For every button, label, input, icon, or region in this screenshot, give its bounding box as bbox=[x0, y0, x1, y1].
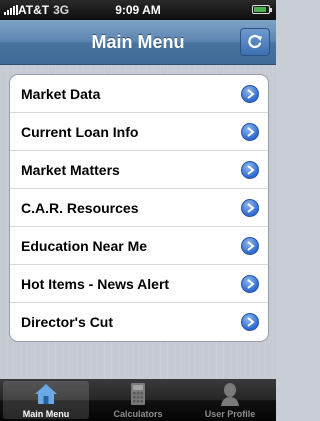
page-title: Main Menu bbox=[91, 32, 185, 52]
tab-label: User Profile bbox=[204, 409, 256, 419]
tab-label: Calculators bbox=[113, 409, 163, 419]
menu-item-label: C.A.R. Resources bbox=[21, 200, 139, 216]
status-bar: AT&T 3G 9:09 AM bbox=[0, 0, 276, 20]
disclosure-button-icon[interactable] bbox=[241, 85, 259, 103]
user-profile-icon bbox=[221, 383, 239, 406]
refresh-icon bbox=[248, 34, 262, 49]
menu-item-label: Hot Items - News Alert bbox=[21, 276, 170, 292]
menu-item-current-loan-info[interactable]: Current Loan Info bbox=[10, 113, 268, 151]
tab-main-menu[interactable]: Main Menu bbox=[0, 379, 92, 421]
disclosure-button-icon[interactable] bbox=[241, 313, 259, 331]
tab-bar: Main Menu Calculators User Profile bbox=[0, 379, 276, 421]
main-menu-list: Market Data Current Loan Info Market Mat… bbox=[9, 74, 269, 342]
menu-item-label: Director's Cut bbox=[21, 314, 114, 330]
battery-icon bbox=[252, 5, 272, 14]
home-icon bbox=[35, 384, 57, 404]
menu-item-label: Current Loan Info bbox=[21, 124, 139, 140]
tab-user-profile[interactable]: User Profile bbox=[184, 379, 276, 421]
menu-item-label: Education Near Me bbox=[21, 238, 148, 254]
menu-item-label: Market Data bbox=[21, 86, 101, 102]
menu-item-hot-items-news-alert[interactable]: Hot Items - News Alert bbox=[10, 265, 268, 303]
menu-item-directors-cut[interactable]: Director's Cut bbox=[10, 303, 268, 341]
menu-item-label: Market Matters bbox=[21, 162, 120, 178]
disclosure-button-icon[interactable] bbox=[241, 123, 259, 141]
tab-calculators[interactable]: Calculators bbox=[92, 379, 184, 421]
calculator-icon bbox=[131, 383, 145, 405]
menu-item-car-resources[interactable]: C.A.R. Resources bbox=[10, 189, 268, 227]
status-time: 9:09 AM bbox=[115, 3, 161, 17]
disclosure-button-icon[interactable] bbox=[241, 161, 259, 179]
tab-label: Main Menu bbox=[22, 409, 70, 419]
menu-item-market-matters[interactable]: Market Matters bbox=[10, 151, 268, 189]
disclosure-button-icon[interactable] bbox=[241, 199, 259, 217]
menu-item-market-data[interactable]: Market Data bbox=[10, 75, 268, 113]
menu-item-education-near-me[interactable]: Education Near Me bbox=[10, 227, 268, 265]
refresh-button[interactable] bbox=[240, 28, 270, 56]
navigation-bar: Main Menu bbox=[0, 20, 276, 65]
disclosure-button-icon[interactable] bbox=[241, 275, 259, 293]
main-content: Market Data Current Loan Info Market Mat… bbox=[0, 65, 276, 379]
disclosure-button-icon[interactable] bbox=[241, 237, 259, 255]
